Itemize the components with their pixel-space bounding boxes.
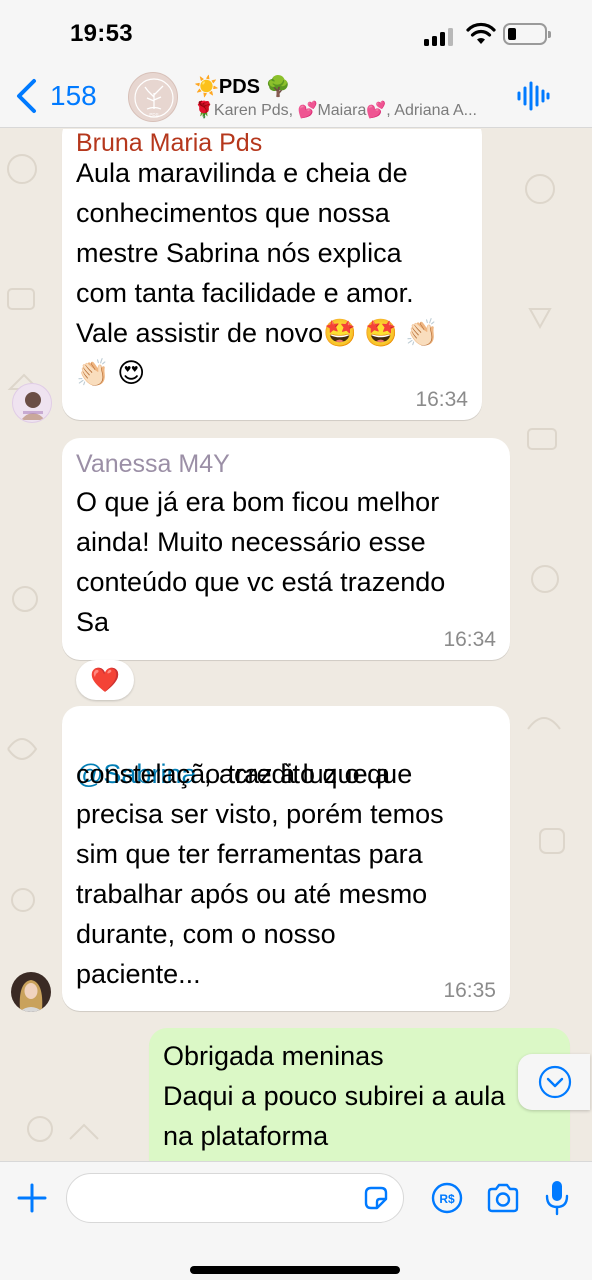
microphone-icon[interactable] bbox=[544, 1179, 570, 1217]
back-button[interactable]: 158 bbox=[14, 74, 97, 118]
scroll-to-bottom-button[interactable] bbox=[518, 1054, 590, 1110]
group-members[interactable]: 🌹Karen Pds, 💕Maiara💕, Adriana A... bbox=[194, 100, 514, 120]
message-bubble[interactable]: Bruna Maria Pds Aula maravilinda e cheia… bbox=[62, 129, 482, 420]
message-bubble[interactable]: @Sabrina , acredito que a constelação tr… bbox=[62, 706, 510, 1011]
message-time: 16:34 bbox=[415, 388, 468, 411]
camera-icon[interactable] bbox=[486, 1183, 520, 1213]
audio-wave-icon[interactable] bbox=[516, 80, 550, 112]
message-bubble[interactable]: Vanessa M4Y O que já era bom ficou melho… bbox=[62, 438, 510, 660]
payment-icon[interactable]: R$ bbox=[431, 1182, 463, 1214]
reaction-badge[interactable]: ❤️ bbox=[76, 660, 134, 700]
back-chevron-icon bbox=[17, 79, 36, 113]
sender-name[interactable]: Vanessa M4Y bbox=[76, 448, 230, 480]
home-indicator bbox=[190, 1266, 400, 1274]
group-name[interactable]: ☀️PDS 🌳 bbox=[194, 74, 290, 99]
plus-icon[interactable] bbox=[16, 1182, 48, 1214]
chat-header: 158 PDS ☀️PDS 🌳 🌹Karen Pds, 💕Maiara💕, Ad… bbox=[0, 66, 592, 128]
avatar[interactable] bbox=[12, 383, 52, 423]
cellular-signal-icon bbox=[424, 26, 456, 46]
message-text: constelação traz à luz o que precisa ser… bbox=[76, 759, 444, 989]
unread-count: 158 bbox=[50, 80, 97, 111]
message-text: Aula maravilinda e cheia de conhecimento… bbox=[76, 158, 439, 388]
chevron-down-icon bbox=[538, 1065, 572, 1099]
message-text: O que já era bom ficou melhor ainda! Mui… bbox=[76, 487, 446, 637]
wifi-icon bbox=[466, 22, 496, 44]
group-avatar[interactable]: PDS bbox=[128, 72, 178, 122]
avatar[interactable] bbox=[11, 972, 51, 1012]
message-time: 16:34 bbox=[443, 628, 496, 651]
outgoing-message-bubble[interactable]: Obrigada meninas Daqui a pouco subirei a… bbox=[149, 1028, 570, 1161]
svg-text:R$: R$ bbox=[439, 1192, 455, 1206]
sticker-icon[interactable] bbox=[362, 1184, 390, 1212]
message-input[interactable] bbox=[66, 1173, 404, 1223]
status-bar: 19:53 bbox=[0, 0, 592, 66]
avatar-text: PDS bbox=[149, 112, 158, 117]
battery-icon bbox=[503, 23, 551, 45]
message-text: Obrigada meninas Daqui a pouco subirei a… bbox=[163, 1041, 506, 1151]
tree-logo-icon: PDS bbox=[134, 78, 174, 118]
status-time: 19:53 bbox=[70, 20, 133, 47]
input-bar: R$ bbox=[0, 1161, 592, 1280]
chat-area[interactable]: Bruna Maria Pds Aula maravilinda e cheia… bbox=[0, 129, 592, 1161]
message-time: 16:35 bbox=[443, 979, 496, 1002]
